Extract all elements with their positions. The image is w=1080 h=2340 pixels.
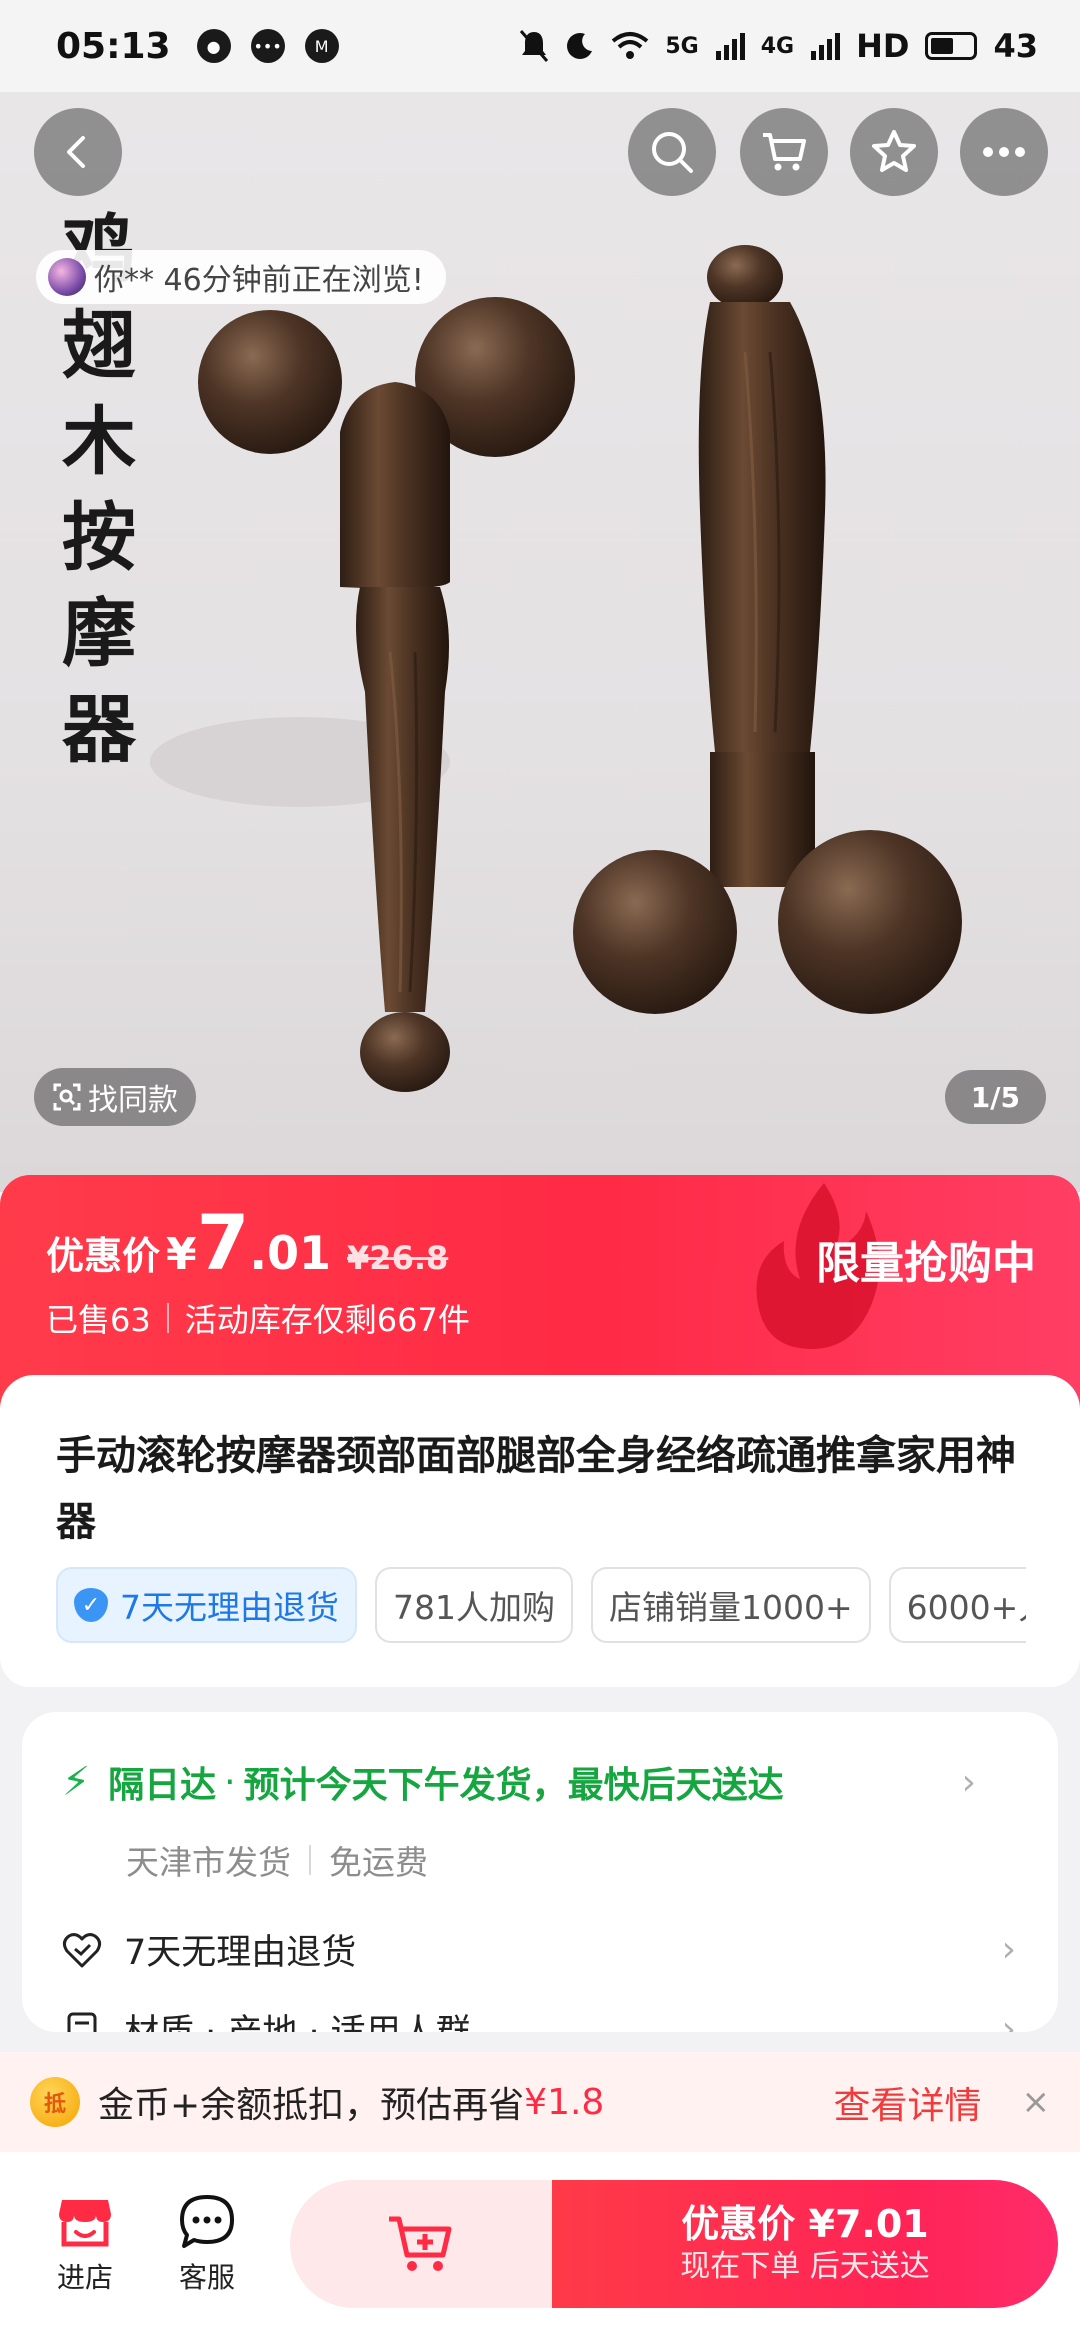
- price-decimal: .01: [249, 1226, 332, 1280]
- price-currency: ¥: [166, 1229, 197, 1280]
- add-to-cart-button[interactable]: [290, 2180, 552, 2308]
- find-same-label: 找同款: [88, 1083, 178, 1118]
- tag-store-sales[interactable]: 店铺销量1000+: [591, 1567, 871, 1643]
- mute-icon: [520, 30, 549, 62]
- return-policy-row[interactable]: 7天无理由退货 ›: [62, 1924, 1022, 1975]
- image-page-indicator: 1/5: [944, 1070, 1046, 1124]
- attributes-row[interactable]: 材质 · 产地 · 适用人群 ›: [62, 2004, 1022, 2032]
- stock-remaining: 活动库存仅剩667件: [184, 1301, 470, 1339]
- ship-origin: 天津市发货: [126, 1843, 291, 1882]
- status-icons: 5G 4G HD 43: [519, 27, 1038, 65]
- close-icon[interactable]: ×: [1022, 2082, 1051, 2122]
- document-icon: [67, 2012, 97, 2032]
- browsing-notice: 你** 46分钟前正在浏览!: [36, 250, 446, 304]
- cart-icon: [763, 133, 806, 171]
- customer-service-button[interactable]: 客服: [162, 2192, 252, 2296]
- bottom-action-bar: 进店 客服 优惠价 ¥7.01 现在下单 后天送达: [0, 2152, 1080, 2340]
- message-notification-icon: •••: [250, 29, 285, 63]
- back-button[interactable]: [34, 108, 122, 196]
- delivery-speed: 隔日达: [108, 1765, 217, 1806]
- chevron-right-icon: ›: [1001, 2009, 1016, 2032]
- coin-badge-icon: 抵: [30, 2077, 80, 2127]
- more-dots-icon: [983, 147, 1025, 157]
- avatar: [48, 258, 86, 296]
- original-price: ¥26.8: [347, 1239, 449, 1277]
- tag-label: 7天无理由退货: [120, 1588, 339, 1627]
- customer-service-label: 客服: [178, 2261, 235, 2294]
- delivery-estimate: 预计今天下午发货，最快后天送达: [243, 1765, 784, 1806]
- shipping-info-row: 天津市发货 免运费: [126, 1836, 428, 1884]
- signal-5g-icon: [715, 33, 745, 60]
- hd-label: HD: [856, 27, 910, 65]
- chevron-right-icon: ›: [1001, 1929, 1016, 1970]
- buy-now-subtitle: 现在下单 后天送达: [680, 2249, 930, 2284]
- shield-check-icon: ✓: [74, 1588, 108, 1622]
- divider: [309, 1845, 311, 1875]
- find-same-button[interactable]: 找同款: [34, 1068, 196, 1126]
- store-icon: [59, 2200, 111, 2247]
- network-5g-label: 5G: [665, 33, 699, 59]
- divider: [166, 1303, 169, 1333]
- coin-discount-bar[interactable]: 抵 金币+余额抵扣，预估再省 ¥1.8 查看详情 ×: [0, 2052, 1080, 2152]
- return-policy-label: 7天无理由退货: [124, 1933, 357, 1973]
- delivery-row[interactable]: ⚡ 隔日达 · 预计今天下午发货，最快后天送达 ›: [62, 1756, 1022, 1808]
- shipping-fee: 免运费: [329, 1843, 428, 1882]
- tag-label: 781人加购: [393, 1588, 555, 1627]
- favorite-button[interactable]: [850, 108, 938, 196]
- battery-icon: [925, 32, 978, 60]
- search-button[interactable]: [628, 108, 716, 196]
- tag-label: 6000+人感: [906, 1588, 1026, 1627]
- coin-discount-text: 金币+余额抵扣，预估再省: [98, 2085, 525, 2126]
- tag-add-to-cart-count[interactable]: 781人加购: [375, 1567, 573, 1643]
- product-image-gallery[interactable]: 鸡翅木按摩器 你** 46分钟前正在浏览! 找同款 1/5: [0, 92, 1080, 1192]
- buy-now-button[interactable]: 优惠价 ¥7.01 现在下单 后天送达: [552, 2180, 1058, 2308]
- status-bar: 05:13 ● ••• M 5G 4G HD 43: [0, 0, 1080, 92]
- add-cart-icon: [389, 2216, 452, 2271]
- product-title: 手动滚轮按摩器颈部面部腿部全身经络疏通推拿家用神器: [56, 1433, 1016, 1545]
- purchase-pill: 优惠价 ¥7.01 现在下单 后天送达: [290, 2180, 1058, 2308]
- store-label: 进店: [56, 2261, 113, 2294]
- chevron-left-icon: [67, 136, 85, 168]
- price-integer: 7: [196, 1198, 250, 1287]
- sales-row: 已售63 活动库存仅剩667件: [46, 1295, 470, 1341]
- price-label: 优惠价: [46, 1234, 161, 1278]
- chat-bubble-icon: [180, 2195, 234, 2248]
- price-row: 优惠价 ¥ 7 .01 ¥26.8: [46, 1205, 448, 1281]
- view-details-link[interactable]: 查看详情: [834, 2075, 982, 2129]
- more-button[interactable]: [960, 108, 1048, 196]
- moon-icon: [567, 33, 593, 59]
- cart-button[interactable]: [740, 108, 828, 196]
- attributes-label: 材质 · 产地 · 适用人群: [124, 2004, 471, 2032]
- store-button[interactable]: 进店: [40, 2192, 130, 2296]
- dot-separator: ·: [224, 1761, 236, 1803]
- status-time: 05:13: [56, 25, 171, 67]
- flash-sale-label: 限量抢购中: [816, 1238, 1036, 1289]
- chevron-right-icon: ›: [961, 1761, 976, 1803]
- star-icon: [872, 130, 916, 172]
- signal-4g-icon: [811, 33, 841, 60]
- lightning-icon: ⚡: [62, 1759, 91, 1805]
- browsing-notice-text: 你** 46分钟前正在浏览!: [94, 263, 424, 298]
- product-page: 05:13 ● ••• M 5G 4G HD 43 翅木按摩器 你** 46分钟…: [0, 0, 1080, 2340]
- heart-check-icon: [62, 1932, 102, 1967]
- chat-notification-icon: ●: [196, 29, 231, 63]
- tag-people-feel[interactable]: 6000+人感: [888, 1567, 1026, 1643]
- tag-return-policy[interactable]: ✓ 7天无理由退货: [56, 1567, 357, 1643]
- battery-level: 43: [993, 27, 1038, 65]
- buy-now-price: 优惠价 ¥7.01: [681, 2202, 929, 2246]
- wifi-icon: [612, 32, 649, 59]
- product-tags: ✓ 7天无理由退货 781人加购 店铺销量1000+ 6000+人感: [56, 1567, 1026, 1643]
- app-notification-icon: M: [304, 29, 339, 63]
- delivery-card: ⚡ 隔日达 · 预计今天下午发货，最快后天送达 › 天津市发货 免运费 7天无理…: [22, 1712, 1058, 2032]
- tag-label: 店铺销量1000+: [609, 1588, 853, 1627]
- search-icon: [652, 132, 693, 173]
- network-4g-label: 4G: [760, 33, 795, 59]
- product-info-card: 手动滚轮按摩器颈部面部腿部全身经络疏通推拿家用神器 ✓ 7天无理由退货 781人…: [0, 1375, 1080, 1687]
- sold-count: 已售63: [46, 1301, 151, 1339]
- coin-discount-amount: ¥1.8: [524, 2081, 605, 2123]
- scan-icon: [53, 1083, 81, 1111]
